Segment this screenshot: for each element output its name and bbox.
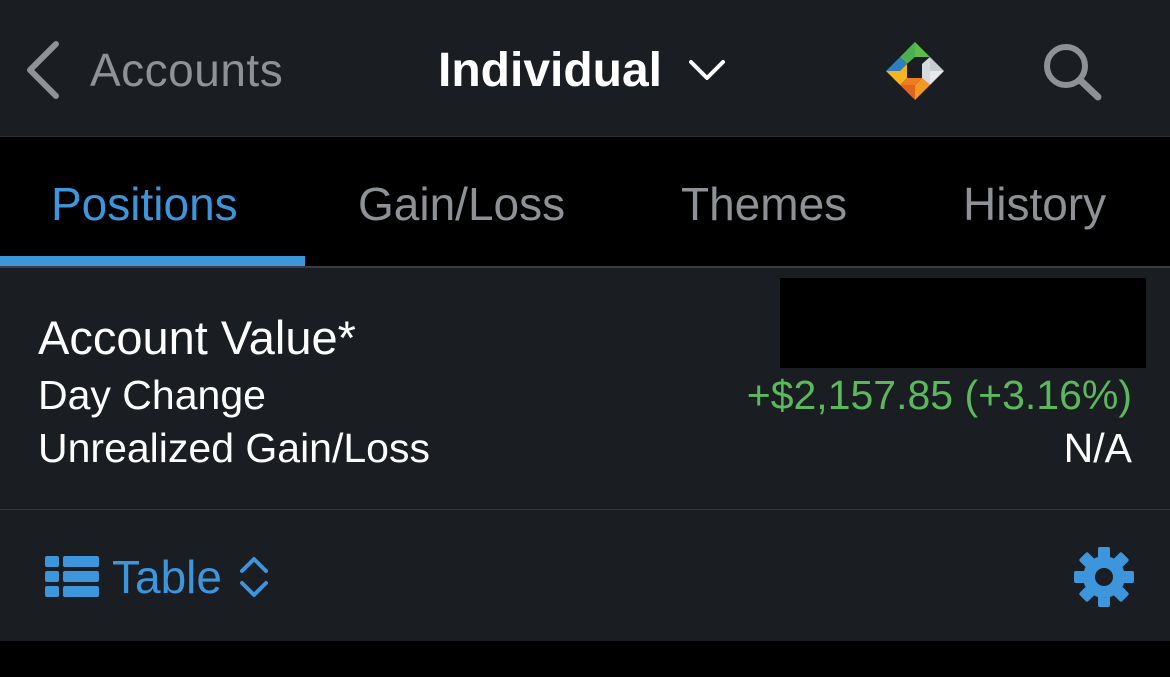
tab-bar: Positions Gain/Loss Themes History bbox=[0, 137, 1170, 268]
account-value-redacted bbox=[780, 278, 1146, 368]
tab-history[interactable]: History bbox=[963, 177, 1106, 231]
view-mode-label: Table bbox=[112, 551, 222, 603]
tab-themes[interactable]: Themes bbox=[681, 177, 847, 231]
brand-logo-icon bbox=[886, 42, 944, 100]
day-change-label: Day Change bbox=[38, 372, 266, 418]
view-toolbar: Table bbox=[0, 510, 1170, 641]
active-tab-indicator bbox=[0, 256, 305, 266]
table-grid-icon bbox=[45, 556, 99, 597]
list-area-top bbox=[0, 641, 1170, 677]
day-change-value: +$2,157.85 (+3.16%) bbox=[746, 372, 1132, 418]
nav-bar: Accounts Individual bbox=[0, 0, 1170, 137]
tab-positions[interactable]: Positions bbox=[51, 177, 238, 231]
tab-gain-loss[interactable]: Gain/Loss bbox=[358, 177, 565, 231]
chevron-down-icon bbox=[689, 60, 726, 80]
view-mode-selector[interactable]: Table bbox=[44, 550, 270, 604]
unrealized-gain-loss-label: Unrealized Gain/Loss bbox=[38, 425, 430, 471]
app-screen: Accounts Individual Positions Gain/Loss … bbox=[0, 0, 1170, 677]
chevron-up-down-icon bbox=[239, 557, 268, 597]
account-title: Individual bbox=[438, 43, 663, 97]
unrealized-gain-loss-value: N/A bbox=[1063, 425, 1132, 471]
account-summary: Account Value* Day Change +$2,157.85 (+3… bbox=[0, 268, 1170, 510]
chevron-left-icon bbox=[27, 41, 59, 99]
back-button[interactable]: Accounts bbox=[24, 38, 283, 102]
search-icon[interactable] bbox=[1040, 40, 1106, 102]
gear-icon[interactable] bbox=[1073, 546, 1135, 608]
account-selector[interactable]: Individual bbox=[438, 38, 726, 102]
account-value-label: Account Value* bbox=[38, 311, 356, 364]
back-label: Accounts bbox=[90, 44, 284, 96]
